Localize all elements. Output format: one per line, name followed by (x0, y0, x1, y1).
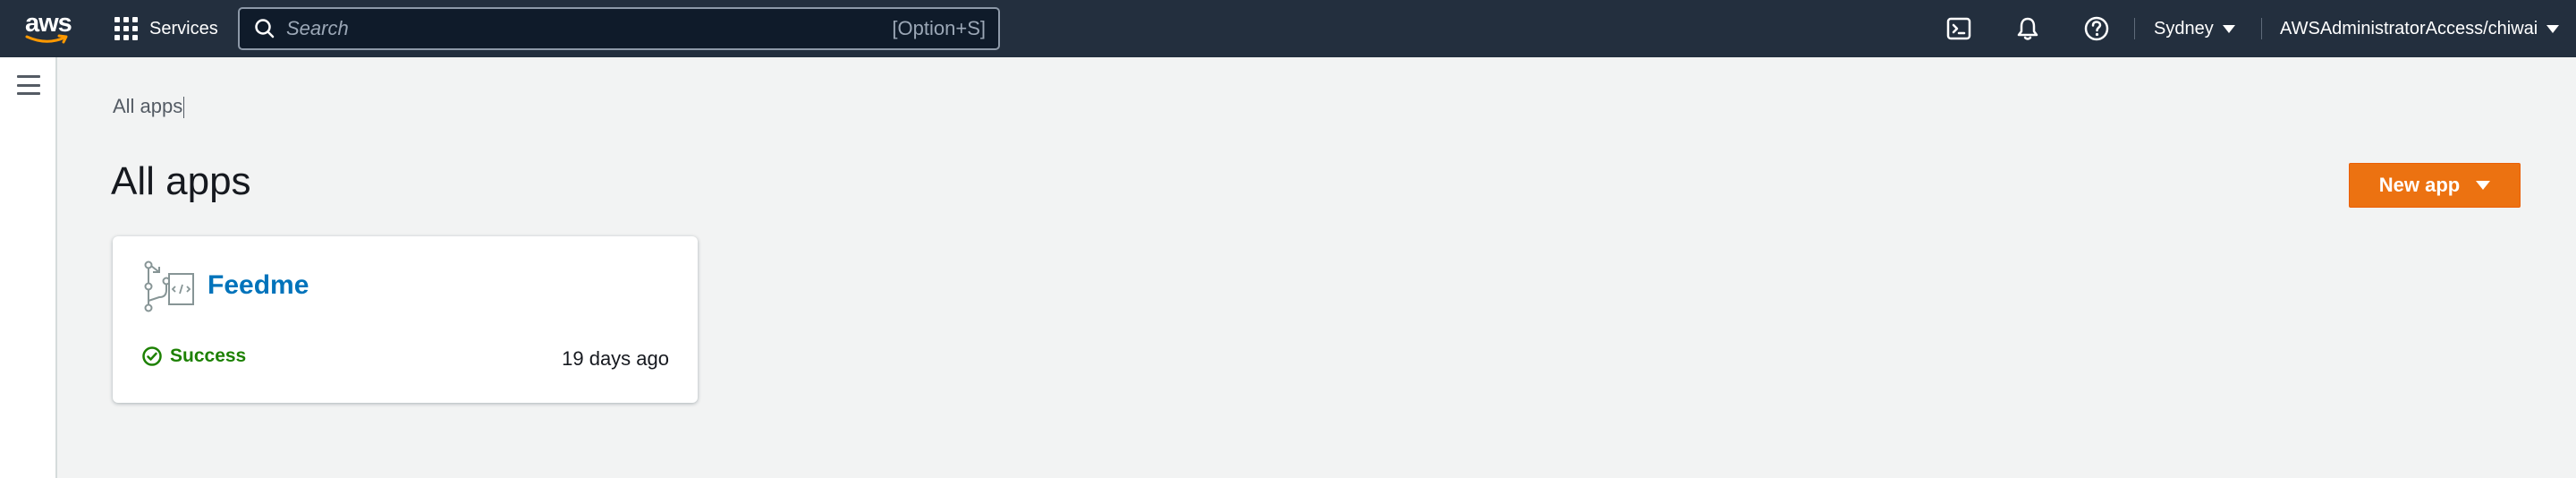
nav-divider (2261, 18, 2262, 39)
top-navigation: aws Services [Option+S] (0, 0, 2576, 57)
nav-divider (2134, 18, 2135, 39)
app-name-link[interactable]: Feedme (208, 270, 309, 301)
bell-icon[interactable] (2013, 14, 2042, 43)
new-app-button[interactable]: New app (2349, 163, 2521, 208)
region-selector[interactable]: Sydney (2154, 0, 2235, 57)
success-check-icon (142, 346, 162, 366)
status-text: Success (170, 346, 247, 366)
breadcrumb[interactable]: All apps (113, 95, 184, 118)
help-icon[interactable] (2082, 14, 2111, 43)
dropdown-caret-icon (2476, 181, 2491, 190)
services-grid-icon (114, 17, 138, 40)
region-label: Sydney (2154, 18, 2214, 38)
services-label: Services (149, 18, 218, 38)
aws-smile-icon (25, 34, 68, 44)
aws-logo[interactable]: aws (23, 9, 72, 48)
page-title: All apps (111, 159, 251, 203)
account-label: AWSAdministratorAccess/chiwai (2280, 18, 2538, 38)
search-shortcut-hint: [Option+S] (892, 17, 986, 39)
status-indicator: Success (141, 346, 246, 367)
search-icon (255, 19, 275, 38)
services-menu[interactable]: Services (114, 0, 218, 57)
cloudshell-icon[interactable] (1945, 14, 1973, 43)
account-menu[interactable]: AWSAdministratorAccess/chiwai (2280, 0, 2560, 57)
region-caret-icon (2222, 24, 2235, 33)
aws-logo-text: aws (25, 9, 72, 38)
side-navigation-rail (0, 57, 57, 478)
search-input[interactable] (286, 17, 893, 40)
new-app-button-label: New app (2378, 174, 2461, 196)
account-caret-icon (2546, 24, 2560, 33)
app-card[interactable]: Feedme Success 19 days ago (113, 236, 698, 403)
app-branch-code-icon (144, 260, 194, 312)
last-updated-text: 19 days ago (562, 347, 669, 370)
search-bar[interactable]: [Option+S] (238, 7, 1000, 50)
hamburger-menu-icon[interactable] (17, 75, 40, 95)
